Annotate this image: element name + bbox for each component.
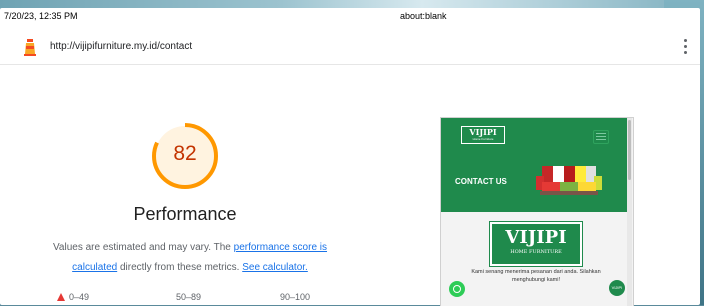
contact-message: Kami senang menerima pesanan dari anda. …: [471, 269, 601, 283]
more-options-icon[interactable]: [684, 39, 688, 55]
site-logo-large-text: VIJIPI: [505, 227, 567, 248]
report-url-bar: http://vijipifurniture.my.id/contact: [0, 30, 700, 65]
site-logo-large-sub: HOME FURNITURE: [510, 249, 562, 255]
score-legend: 0–49 50–89 90–100: [0, 292, 400, 304]
site-logo-small: VIJIPI Home Furniture: [461, 126, 505, 144]
screenshot-scroll-thumb: [628, 120, 631, 180]
page-screenshot[interactable]: VIJIPI Home Furniture CONTACT US VIJIPI …: [440, 117, 634, 306]
hamburger-menu-icon: [593, 130, 609, 144]
contact-heading: CONTACT US: [455, 177, 507, 186]
report-url[interactable]: http://vijipifurniture.my.id/contact: [50, 41, 192, 52]
whatsapp-icon: [449, 281, 465, 297]
print-title: about:blank: [400, 11, 447, 21]
print-datetime: 7/20/23, 12:35 PM: [4, 11, 78, 21]
description-prefix: Values are estimated and may vary. The: [52, 242, 234, 253]
site-header: VIJIPI Home Furniture CONTACT US: [441, 118, 627, 212]
see-calculator-link[interactable]: See calculator.: [242, 262, 308, 273]
description-middle: directly from these metrics.: [117, 262, 243, 273]
site-logo-small-text: VIJIPI: [469, 127, 497, 137]
print-header: 7/20/23, 12:35 PM about:blank: [4, 11, 684, 25]
site-logo-small-sub: Home Furniture: [472, 137, 494, 141]
sofa-image: [536, 166, 602, 195]
chat-widget-icon: VIJIPI: [609, 280, 625, 296]
legend-pass: 90–100: [280, 292, 311, 302]
score-description: Values are estimated and may vary. The p…: [30, 238, 350, 278]
legend-fail: 0–49: [69, 292, 90, 302]
site-logo-large: VIJIPI HOME FURNITURE: [489, 221, 583, 267]
category-title: Performance: [133, 204, 237, 224]
lighthouse-icon: [24, 39, 36, 56]
score-value: 82: [173, 142, 197, 165]
fail-triangle-icon: [57, 293, 65, 301]
legend-average: 50–89: [176, 292, 202, 302]
